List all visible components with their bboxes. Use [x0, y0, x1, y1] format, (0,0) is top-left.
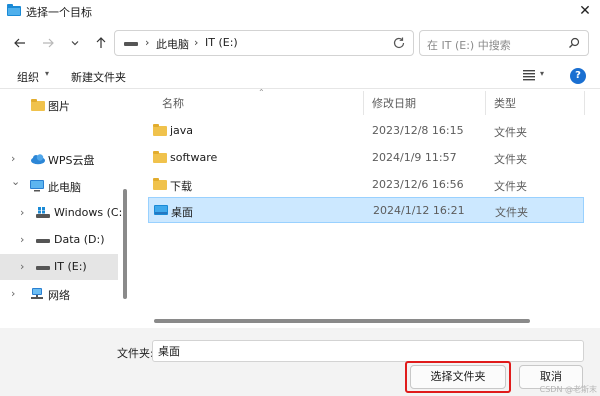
refresh-icon[interactable]: [392, 36, 406, 50]
column-header-date[interactable]: 修改日期: [372, 95, 416, 111]
recent-locations-button[interactable]: [67, 35, 83, 51]
chevron-right-icon[interactable]: ›: [20, 206, 24, 219]
sidebar-item-it-e[interactable]: › IT (E:): [0, 254, 118, 280]
title-bar: 选择一个目标 ✕: [0, 0, 600, 22]
address-bar[interactable]: › 此电脑 › IT (E:): [114, 30, 489, 56]
cloud-icon: [31, 154, 45, 165]
column-divider[interactable]: [485, 91, 486, 115]
sidebar-item-label: 网络: [48, 289, 70, 302]
sidebar-item-label: IT (E:): [54, 260, 87, 273]
column-divider[interactable]: [363, 91, 364, 115]
file-date: 2023/12/6 16:56: [372, 178, 464, 191]
select-folder-button[interactable]: 选择文件夹: [410, 365, 506, 389]
computer-icon: [30, 180, 44, 192]
folder-icon: [7, 4, 21, 16]
navigation-scrollbar[interactable]: [123, 189, 127, 299]
file-list: ⌃ 名称 修改日期 类型 java 2023/12/8 16:15 文件夹 so…: [148, 88, 600, 329]
sidebar-item-label: 此电脑: [48, 181, 81, 194]
download-folder-icon: [153, 178, 167, 190]
search-icon: [569, 37, 580, 48]
sidebar-item-label: Data (D:): [54, 233, 105, 246]
file-name: software: [170, 151, 218, 164]
folder-icon: [153, 151, 167, 163]
chevron-right-icon[interactable]: ›: [20, 233, 24, 246]
navigation-pane: 图片 › WPS云盘 ⌄ 此电脑 › Windows (C:) › Data (…: [0, 89, 132, 329]
horizontal-scrollbar[interactable]: [154, 319, 530, 323]
chevron-right-icon[interactable]: ›: [11, 152, 15, 165]
sort-indicator-icon: ⌃: [258, 88, 265, 97]
list-item-selected[interactable]: 桌面 2024/1/12 16:21 文件夹: [148, 197, 584, 223]
folder-icon: [31, 99, 45, 111]
sidebar-item-this-pc[interactable]: ⌄ 此电脑: [0, 173, 118, 199]
file-date: 2023/12/8 16:15: [372, 124, 464, 137]
window-title: 选择一个目标: [26, 6, 92, 19]
breadcrumb-item-this-pc[interactable]: 此电脑: [156, 36, 189, 52]
caret-down-icon: ▾: [45, 69, 50, 78]
breadcrumb-separator: ›: [145, 36, 150, 49]
content-area: 图片 › WPS云盘 ⌄ 此电脑 › Windows (C:) › Data (…: [0, 88, 600, 328]
up-button[interactable]: [93, 35, 109, 51]
sidebar-item-windows-c[interactable]: › Windows (C:): [0, 200, 127, 226]
list-item[interactable]: java 2023/12/8 16:15 文件夹: [148, 118, 584, 144]
new-folder-button[interactable]: 新建文件夹: [71, 69, 126, 85]
sidebar-item-pictures[interactable]: 图片: [0, 92, 118, 118]
list-item[interactable]: software 2024/1/9 11:57 文件夹: [148, 145, 584, 171]
sidebar-item-data-d[interactable]: › Data (D:): [0, 227, 118, 253]
file-type: 文件夹: [494, 126, 527, 139]
folder-label: 文件夹:: [117, 347, 154, 360]
file-name: 下载: [170, 180, 192, 193]
file-date: 2024/1/9 11:57: [372, 151, 457, 164]
arrow-left-icon: [14, 38, 25, 48]
sidebar-item-network[interactable]: › 网络: [0, 281, 118, 307]
search-placeholder: 在 IT (E:) 中搜索: [427, 39, 511, 52]
chevron-right-icon[interactable]: ›: [11, 287, 15, 300]
dialog-footer: 文件夹: 选择文件夹 取消 CSDN @老斯末: [0, 328, 600, 396]
column-divider[interactable]: [584, 91, 585, 115]
forward-button[interactable]: [40, 35, 56, 51]
close-icon: ✕: [579, 3, 591, 19]
arrow-right-icon: [43, 38, 54, 48]
command-bar: 组织 ▾ 新建文件夹 ▾ ?: [0, 64, 600, 88]
sidebar-item-label: WPS云盘: [48, 154, 95, 167]
sidebar-item-wps-cloud[interactable]: › WPS云盘: [0, 146, 118, 172]
column-header-name[interactable]: 名称: [162, 95, 184, 111]
network-icon: [31, 288, 43, 299]
sidebar-item-label: 图片: [48, 100, 70, 113]
help-icon[interactable]: ?: [570, 68, 586, 84]
close-button[interactable]: ✕: [570, 0, 600, 22]
view-options-icon[interactable]: [523, 69, 535, 81]
folder-icon: [153, 124, 167, 136]
desktop-folder-icon: [154, 205, 168, 215]
caret-down-icon[interactable]: ▾: [540, 69, 544, 78]
address-row: › 此电脑 › IT (E:) 在 IT (E:) 中搜索: [0, 22, 600, 64]
file-name: java: [170, 124, 194, 137]
chevron-right-icon[interactable]: ›: [20, 260, 24, 273]
drive-icon: [36, 239, 50, 243]
back-button[interactable]: [12, 35, 28, 51]
windows-drive-icon: [36, 207, 50, 218]
chevron-down-icon[interactable]: ⌄: [11, 175, 20, 188]
folder-name-field[interactable]: [152, 340, 584, 362]
file-type: 文件夹: [494, 153, 527, 166]
watermark: CSDN @老斯末: [539, 385, 597, 394]
file-type: 文件夹: [494, 180, 527, 193]
drive-icon: [36, 266, 50, 270]
search-input[interactable]: 在 IT (E:) 中搜索: [419, 30, 589, 56]
drive-icon: [124, 42, 138, 46]
breadcrumb-separator: ›: [194, 36, 199, 49]
file-type: 文件夹: [495, 206, 528, 219]
list-item[interactable]: 下载 2023/12/6 16:56 文件夹: [148, 172, 584, 198]
sidebar-item-label: Windows (C:): [54, 206, 127, 219]
file-name: 桌面: [171, 206, 193, 219]
file-date: 2024/1/12 16:21: [373, 204, 465, 217]
organize-button[interactable]: 组织: [17, 69, 39, 85]
arrow-up-icon: [96, 37, 106, 48]
chevron-down-icon: [71, 41, 79, 46]
breadcrumb-item-drive[interactable]: IT (E:): [205, 36, 238, 49]
column-header-type[interactable]: 类型: [494, 95, 516, 111]
